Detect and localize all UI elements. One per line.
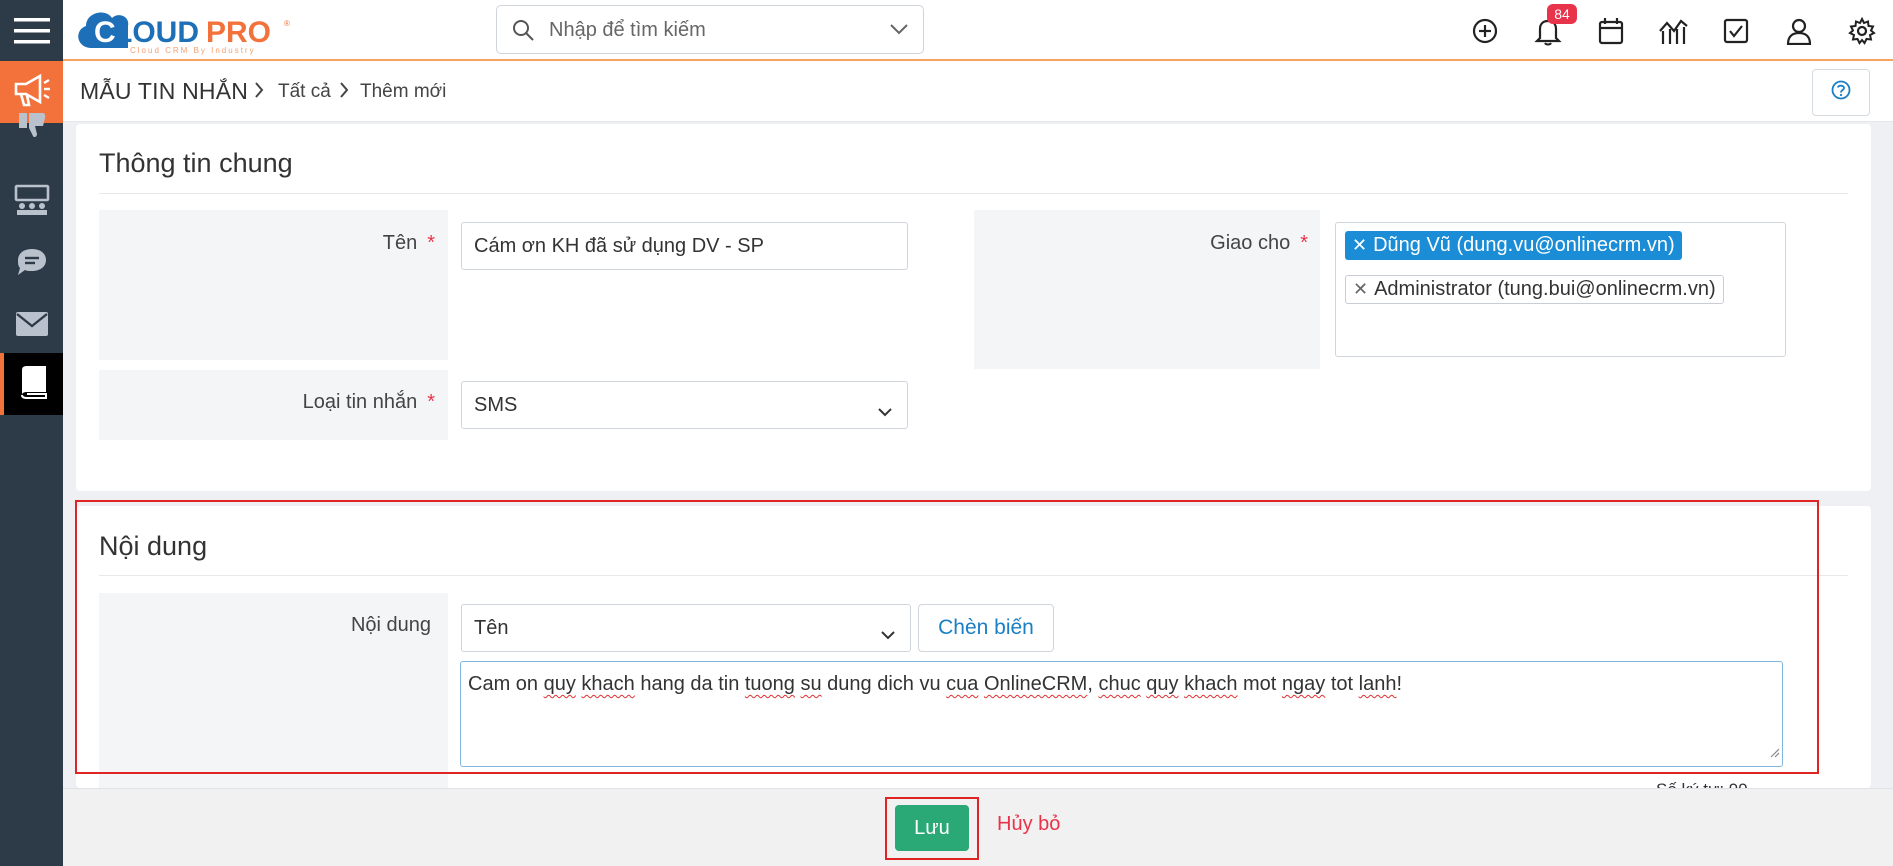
name-input[interactable]: Cám ơn KH đã sử dụng DV - SP: [461, 222, 908, 270]
sidebar-item-training[interactable]: [0, 171, 63, 233]
sidebar-item-chat[interactable]: [0, 233, 63, 295]
book-icon: [19, 365, 49, 404]
svg-text:LOUD: LOUD: [114, 16, 199, 49]
search-input[interactable]: [547, 14, 867, 46]
divider: [99, 193, 1848, 194]
chevron-right-icon: [339, 81, 349, 104]
search-box[interactable]: [496, 5, 924, 54]
breadcrumb-all[interactable]: Tất cả: [278, 81, 331, 103]
hamburger-menu-icon[interactable]: [0, 0, 63, 61]
search-icon: [511, 18, 535, 47]
svg-text:PRO: PRO: [206, 16, 271, 49]
breadcrumb: MẪU TIN NHẮN Tất cả Thêm mới: [63, 61, 1893, 122]
remove-x-icon[interactable]: ✕: [1353, 279, 1368, 300]
general-info-title: Thông tin chung: [99, 148, 293, 178]
chevron-right-icon: [254, 81, 264, 104]
user-profile-icon[interactable]: [1782, 14, 1816, 48]
svg-text:Cloud CRM By Industry: Cloud CRM By Industry: [130, 46, 256, 55]
assignee-tag[interactable]: ✕ Dũng Vũ (dung.vu@onlinecrm.vn): [1345, 231, 1682, 260]
notification-count-badge: 84: [1547, 4, 1577, 24]
megaphone-icon: [12, 72, 52, 113]
envelope-icon: [15, 311, 49, 342]
content-highlight-frame: [75, 500, 1819, 774]
chat-bubble-icon: [15, 246, 49, 283]
message-type-label: Loại tin nhắn *: [302, 391, 435, 413]
message-type-select[interactable]: SMS: [461, 381, 908, 429]
svg-text:C: C: [94, 16, 116, 49]
name-label: Tên *: [382, 232, 435, 254]
add-icon[interactable]: [1468, 14, 1502, 48]
report-chart-icon[interactable]: [1656, 14, 1690, 48]
task-checkbox-icon[interactable]: [1719, 14, 1753, 48]
top-bar: C LOUD PRO ® Cloud CRM By Industry 84: [0, 0, 1893, 61]
calendar-icon[interactable]: [1594, 14, 1628, 48]
cloudpro-logo[interactable]: C LOUD PRO ® Cloud CRM By Industry: [70, 4, 300, 56]
breadcrumb-module[interactable]: MẪU TIN NHẮN: [80, 78, 248, 105]
sidebar-item-feedback[interactable]: [0, 113, 63, 141]
left-sidebar: [0, 61, 63, 866]
chevron-down-icon[interactable]: [889, 22, 909, 40]
settings-gear-icon[interactable]: [1845, 14, 1879, 48]
assignee-tag[interactable]: ✕ Administrator (tung.bui@onlinecrm.vn): [1345, 275, 1724, 304]
sidebar-item-message-template[interactable]: [0, 353, 63, 415]
thumbs-down-icon: [15, 113, 49, 141]
sidebar-item-email[interactable]: [0, 295, 63, 357]
assign-to-label: Giao cho *: [1210, 232, 1308, 254]
question-circle-icon: [1831, 80, 1851, 105]
chevron-down-icon: [877, 400, 893, 423]
remove-x-icon[interactable]: ✕: [1352, 235, 1367, 256]
svg-text:®: ®: [284, 19, 290, 28]
cancel-button[interactable]: Hủy bỏ: [997, 813, 1060, 836]
save-button[interactable]: Lưu: [895, 805, 969, 851]
classroom-icon: [13, 184, 51, 221]
breadcrumb-add-new: Thêm mới: [360, 81, 447, 102]
help-button[interactable]: [1812, 69, 1870, 116]
